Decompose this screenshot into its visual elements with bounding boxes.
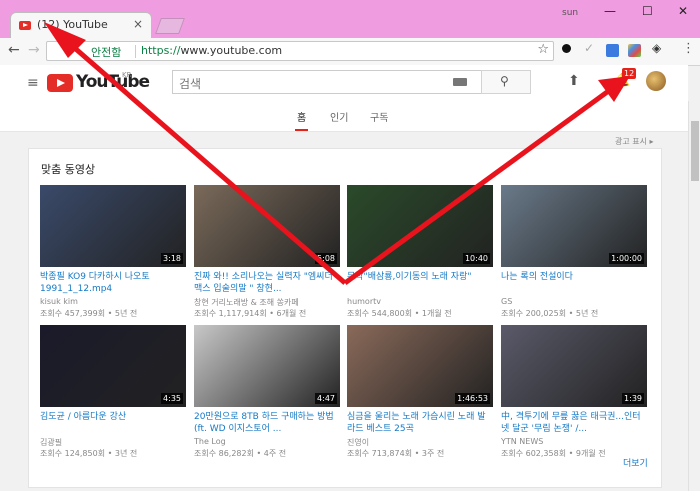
annotation-arrows [44, 22, 630, 286]
arrow-to-bell [343, 84, 616, 286]
arrow-to-tab [60, 35, 347, 285]
